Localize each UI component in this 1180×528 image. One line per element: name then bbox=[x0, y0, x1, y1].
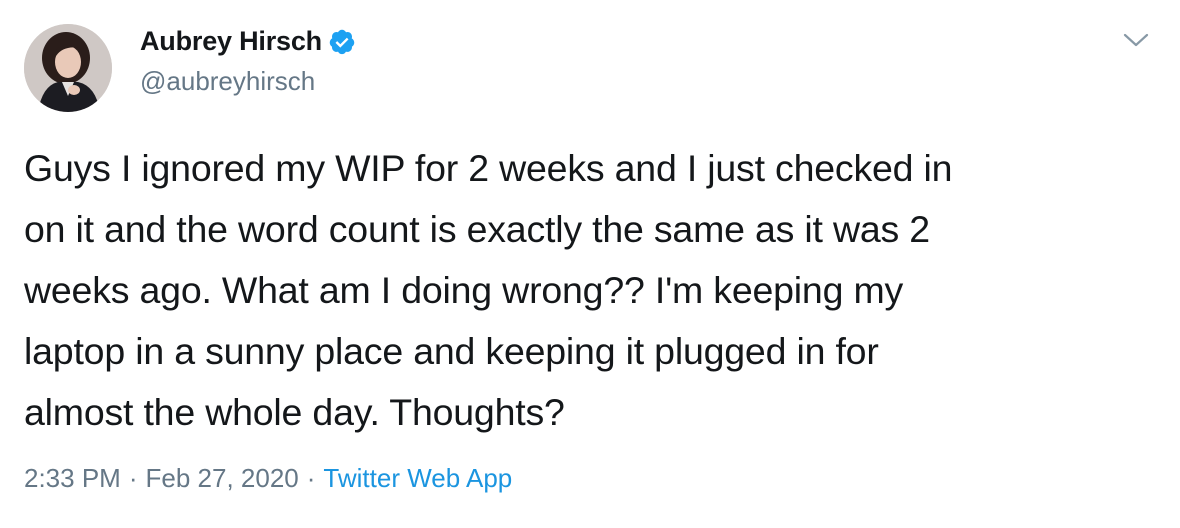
avatar[interactable] bbox=[24, 24, 112, 112]
meta-separator: · bbox=[306, 463, 316, 493]
author-handle[interactable]: @aubreyhirsch bbox=[140, 66, 315, 97]
meta-separator: · bbox=[128, 463, 138, 493]
tweet-source-link[interactable]: Twitter Web App bbox=[323, 463, 512, 494]
chevron-down-icon[interactable] bbox=[1122, 30, 1150, 50]
author-display-name[interactable]: Aubrey Hirsch bbox=[140, 26, 322, 57]
tweet-meta: 2:33 PM · Feb 27, 2020 · Twitter Web App bbox=[24, 463, 512, 494]
verified-badge-icon bbox=[329, 29, 355, 54]
author-name-row[interactable]: Aubrey Hirsch bbox=[140, 26, 356, 57]
tweet-text: Guys I ignored my WIP for 2 weeks and I … bbox=[24, 147, 953, 433]
tweet-card: Aubrey Hirsch @aubreyhirsch Guys I ignor… bbox=[0, 0, 1180, 528]
tweet-date[interactable]: Feb 27, 2020 bbox=[146, 463, 299, 494]
avatar-image bbox=[24, 24, 112, 112]
tweet-time[interactable]: 2:33 PM bbox=[24, 463, 121, 494]
